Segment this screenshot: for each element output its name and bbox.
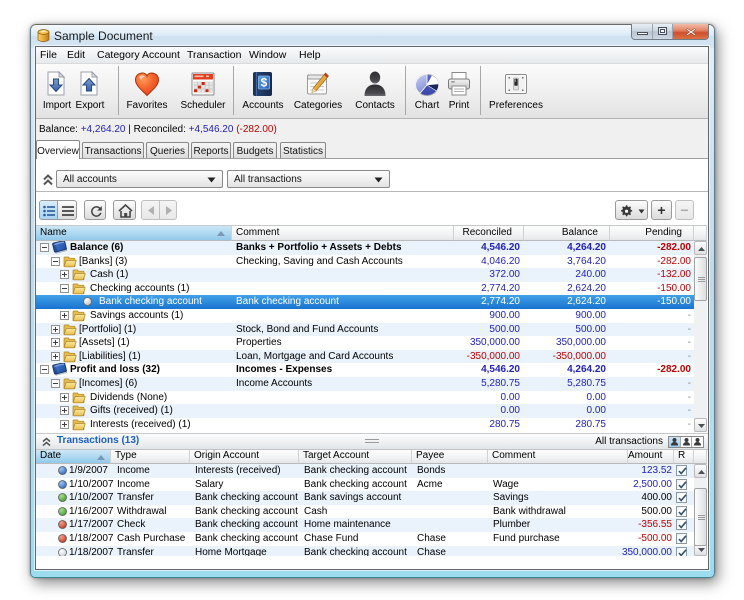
svg-text:$: $ [261, 76, 268, 90]
